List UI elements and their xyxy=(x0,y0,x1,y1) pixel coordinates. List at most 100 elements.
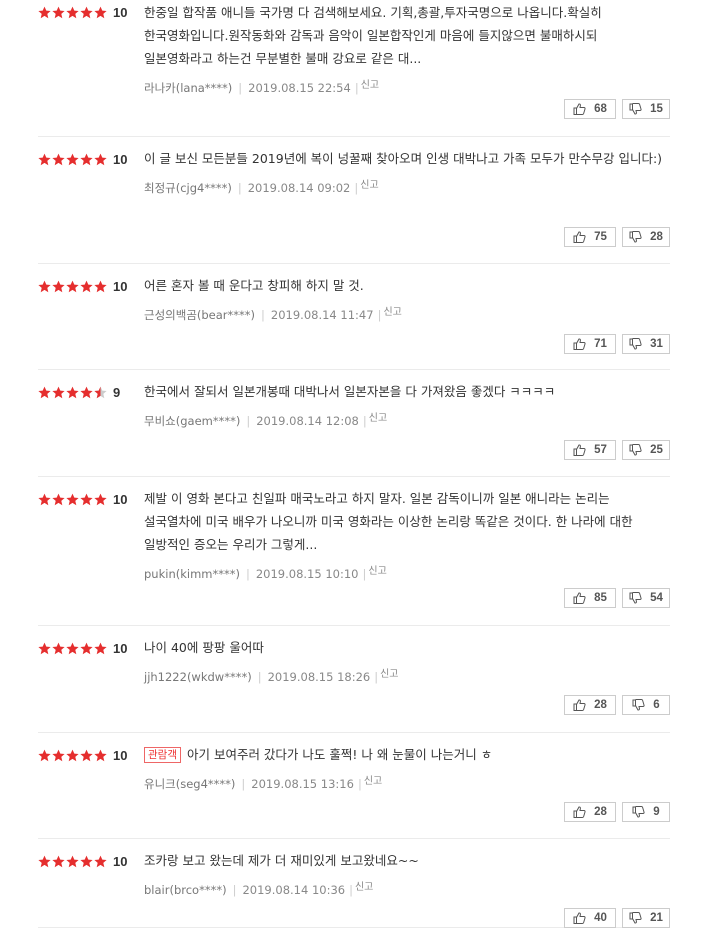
star-filled-icon xyxy=(94,642,107,655)
star-filled-icon xyxy=(94,280,107,293)
dislike-button[interactable]: 25 xyxy=(622,440,670,460)
dislike-button[interactable]: 21 xyxy=(622,908,670,928)
review-text: 이 글 보신 모든분들 2019년에 복이 넝꿀째 찾아오며 인생 대박나고 가… xyxy=(144,151,663,166)
review-item: 10 조카랑 보고 왔는데 제가 더 재미있게 보고왔네요~~ blair(brco… xyxy=(38,839,670,928)
vote-buttons: 68 15 xyxy=(564,99,670,119)
reviewer-name[interactable]: 무비쇼(gaem****) xyxy=(144,414,240,428)
star-filled-icon xyxy=(66,153,79,166)
report-button[interactable]: 신고 xyxy=(355,882,373,893)
star-filled-icon xyxy=(52,6,65,19)
star-filled-icon xyxy=(94,855,107,868)
vote-buttons: 57 25 xyxy=(564,440,670,460)
review-date: 2019.08.14 09:02 xyxy=(247,181,351,195)
like-button[interactable]: 68 xyxy=(564,99,616,119)
rating-score: 10 xyxy=(113,5,128,20)
reviewer-name[interactable]: blair(brco****) xyxy=(144,883,227,897)
vote-buttons: 71 31 xyxy=(564,334,670,354)
star-filled-icon xyxy=(52,386,65,399)
like-button[interactable]: 85 xyxy=(564,588,616,608)
thumbs-down-icon xyxy=(632,806,653,818)
thumbs-up-icon xyxy=(573,592,594,604)
divider: | xyxy=(349,883,353,897)
review-date: 2019.08.15 13:16 xyxy=(251,777,354,791)
like-button[interactable]: 57 xyxy=(564,440,616,460)
review-text-block: 관람객 아기 보여주러 갔다가 나도 훌쩍! 나 왜 눈물이 나는거니 ㅎ xyxy=(144,743,664,766)
report-button[interactable]: 신고 xyxy=(361,80,379,91)
rating-score: 9 xyxy=(113,385,121,400)
reviewer-name[interactable]: 최정규(cjg4****) xyxy=(144,181,232,195)
review-text-block: 어른 혼자 볼 때 운다고 창피해 하지 말 것. xyxy=(144,274,664,297)
review-item: 10 나이 40에 팡팡 울어따 jjh1222(wkdw****) | 2019.08… xyxy=(38,626,670,733)
review-date: 2019.08.14 12:08 xyxy=(256,414,359,428)
review-item: 10 어른 혼자 볼 때 운다고 창피해 하지 말 것. 근성의백곰(bear***… xyxy=(38,264,670,370)
star-filled-icon xyxy=(66,855,79,868)
review-text: 한중일 합작품 애니들 국가명 다 검색해보세요. 기획,총괄,투자국명으로 나… xyxy=(144,5,602,66)
review-meta: 라나카(lana****) | 2019.08.15 22:54 | 신고 xyxy=(144,76,664,96)
reviewer-name[interactable]: 유니크(seg4****) xyxy=(144,777,235,791)
star-filled-icon xyxy=(52,153,65,166)
thumbs-up-icon xyxy=(573,444,594,456)
star-filled-icon xyxy=(80,280,93,293)
reviewer-name[interactable]: pukin(kimm****) xyxy=(144,567,240,581)
report-button[interactable]: 신고 xyxy=(360,180,378,191)
like-button[interactable]: 75 xyxy=(564,227,616,247)
dislike-button[interactable]: 31 xyxy=(622,334,670,354)
thumbs-down-icon xyxy=(629,338,650,350)
star-filled-icon xyxy=(66,280,79,293)
dislike-button[interactable]: 6 xyxy=(622,695,670,715)
dislike-button[interactable]: 9 xyxy=(622,802,670,822)
rating-score: 10 xyxy=(113,152,128,167)
report-button[interactable]: 신고 xyxy=(368,566,386,577)
thumbs-up-icon xyxy=(573,231,594,243)
divider: | xyxy=(257,670,262,684)
reviewer-name[interactable]: jjh1222(wkdw****) xyxy=(144,670,252,684)
review-text: 제발 이 영화 본다고 친일파 매국노라고 하지 말자. 일본 감독이니까 일본… xyxy=(144,491,633,552)
star-filled-icon xyxy=(38,493,51,506)
star-filled-icon xyxy=(66,642,79,655)
star-filled-icon xyxy=(80,386,93,399)
dislike-button[interactable]: 15 xyxy=(622,99,670,119)
star-filled-icon xyxy=(38,642,51,655)
thumbs-down-icon xyxy=(629,444,650,456)
dislike-count: 15 xyxy=(650,103,663,115)
star-rating: 10 xyxy=(38,5,127,20)
divider: | xyxy=(237,181,242,195)
review-text: 조카랑 보고 왔는데 제가 더 재미있게 보고왔네요~~ xyxy=(144,853,419,868)
review-text-block: 제발 이 영화 본다고 친일파 매국노라고 하지 말자. 일본 감독이니까 일본… xyxy=(144,487,664,556)
divider: | xyxy=(232,883,237,897)
star-half-icon xyxy=(94,386,107,399)
vote-buttons: 85 54 xyxy=(564,588,670,608)
dislike-count: 25 xyxy=(650,444,663,456)
divider: | xyxy=(362,414,367,428)
report-button[interactable]: 신고 xyxy=(364,776,382,787)
like-button[interactable]: 28 xyxy=(564,695,616,715)
reviewer-name[interactable]: 근성의백곰(bear****) xyxy=(144,308,255,322)
thumbs-down-icon xyxy=(629,912,650,924)
like-count: 57 xyxy=(594,444,607,456)
star-filled-icon xyxy=(80,749,93,762)
star-filled-icon xyxy=(38,6,51,19)
review-body: 제발 이 영화 본다고 친일파 매국노라고 하지 말자. 일본 감독이니까 일본… xyxy=(144,487,664,581)
review-text: 한국에서 잘되서 일본개봉때 대박나서 일본자본을 다 가져왔음 좋겠다 ㅋㅋㅋ… xyxy=(144,384,556,399)
star-filled-icon xyxy=(52,749,65,762)
like-count: 75 xyxy=(594,231,607,243)
review-body: 한중일 합작품 애니들 국가명 다 검색해보세요. 기획,총괄,투자국명으로 나… xyxy=(144,1,664,96)
review-text-block: 조카랑 보고 왔는데 제가 더 재미있게 보고왔네요~~ xyxy=(144,849,664,872)
report-button[interactable]: 신고 xyxy=(369,413,387,424)
review-text-block: 이 글 보신 모든분들 2019년에 복이 넝꿀째 찾아오며 인생 대박나고 가… xyxy=(144,147,664,170)
reviewer-name[interactable]: 라나카(lana****) xyxy=(144,81,232,95)
rating-score: 10 xyxy=(113,641,128,656)
thumbs-down-icon xyxy=(629,592,650,604)
like-button[interactable]: 40 xyxy=(564,908,616,928)
like-button[interactable]: 71 xyxy=(564,334,616,354)
dislike-button[interactable]: 54 xyxy=(622,588,670,608)
star-rating: 10 xyxy=(38,641,127,656)
report-button[interactable]: 신고 xyxy=(383,307,401,318)
review-body: 한국에서 잘되서 일본개봉때 대박나서 일본자본을 다 가져왔음 좋겠다 ㅋㅋㅋ… xyxy=(144,380,664,429)
like-button[interactable]: 28 xyxy=(564,802,616,822)
dislike-button[interactable]: 28 xyxy=(622,227,670,247)
report-button[interactable]: 신고 xyxy=(380,669,398,680)
review-text: 아기 보여주러 갔다가 나도 훌쩍! 나 왜 눈물이 나는거니 ㅎ xyxy=(186,747,493,762)
star-filled-icon xyxy=(52,642,65,655)
divider: | xyxy=(241,777,246,791)
